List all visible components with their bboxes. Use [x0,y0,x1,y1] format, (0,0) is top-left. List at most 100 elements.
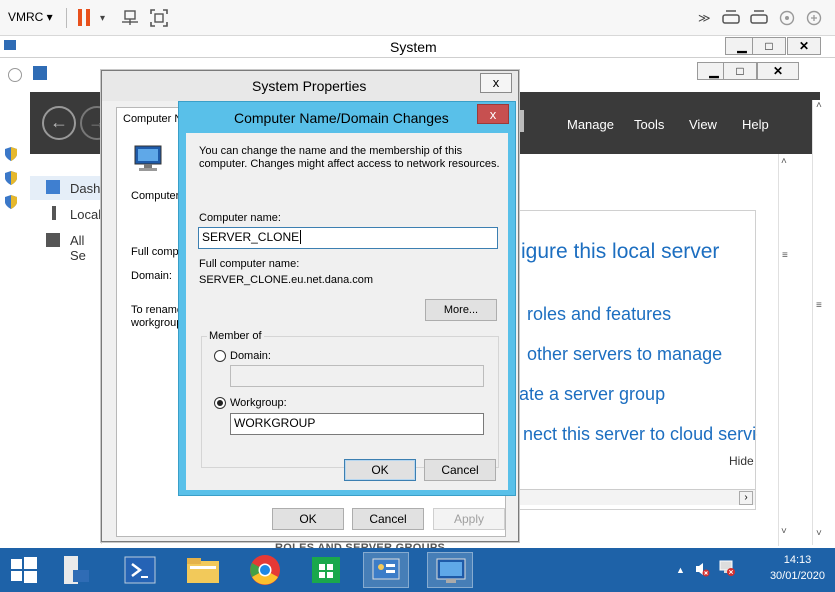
full-name-value: SERVER_CLONE.eu.net.dana.com [199,274,374,286]
dashboard-icon [46,180,60,194]
roles-heading: ROLES AND SERVER GROUPS [275,542,446,548]
scroll-down-icon[interactable]: ˅ [781,526,787,537]
store-icon[interactable] [303,552,349,588]
computer-name-cancel-button[interactable]: Cancel [424,459,496,481]
text-cursor [300,230,302,244]
hide-link[interactable]: Hide [729,454,754,468]
system-properties-taskbar-icon[interactable] [427,552,473,588]
link-add-servers[interactable]: other servers to manage [527,344,722,365]
speaker-muted-icon[interactable] [694,560,710,581]
network-disconnected-icon[interactable] [718,559,736,580]
refresh-icon [8,68,22,82]
nav-label-dashboard: Dash [70,181,101,196]
intro-text-line2: computer. Changes might affect access to… [199,158,500,170]
taskbar: ▲ 14:13 30/01/2020 [0,548,835,592]
full-computer-label: Full compu [131,246,185,258]
system-properties-close-button[interactable]: x [480,73,512,93]
full-name-label: Full computer name: [199,258,300,270]
local-server-icon [52,206,56,220]
menu-help[interactable]: Help [742,117,769,132]
domain-input[interactable] [230,365,484,387]
computer-name-close-button[interactable]: x [477,104,509,124]
computer-name-value: SERVER_CLONE [202,230,300,244]
system-window-title: System [390,39,437,55]
server-manager-nav: Dash Local All Se [30,154,102,544]
pause-icon[interactable] [78,9,92,26]
more-button[interactable]: More... [425,299,497,321]
fullscreen-icon[interactable] [150,9,168,29]
clock-time: 14:13 [783,554,812,566]
scroll-up-icon[interactable]: ˄ [781,156,787,167]
shield-icon-3 [4,194,18,213]
computer-icon [133,144,163,175]
close-button[interactable]: ✕ [787,37,821,55]
tray-expand-icon[interactable]: ▲ [676,565,685,575]
system-properties-apply-button[interactable]: Apply [433,508,505,530]
flag-icon[interactable] [520,110,524,132]
hard-disk-icon-2[interactable] [750,9,768,29]
file-explorer-icon[interactable] [180,552,226,588]
intro-text-line1: You can change the name and the membersh… [199,145,463,157]
workgroup-radio[interactable] [214,397,226,409]
computer-name-dialog-body: You can change the name and the membersh… [186,133,508,490]
system-window-icon [4,40,16,50]
system-properties-ok-button[interactable]: OK [272,508,344,530]
chrome-icon[interactable] [242,552,288,588]
shield-icon-1 [4,146,18,165]
usb-icon[interactable] [806,10,822,28]
computer-name-ok-button[interactable]: OK [344,459,416,481]
maximize-button[interactable]: □ [752,37,786,55]
toolbar-divider [66,8,67,28]
server-manager-taskbar-icon[interactable] [53,552,99,588]
start-button[interactable] [0,552,46,588]
link-connect-cloud[interactable]: nect this server to cloud servic [523,424,757,445]
system-properties-cancel-button[interactable]: Cancel [352,508,424,530]
cd-drive-icon[interactable] [779,10,795,28]
sm-maximize-button[interactable]: □ [723,62,757,80]
system-properties-title: System Properties [252,78,367,94]
network-icon[interactable] [121,10,139,28]
member-of-label: Member of [207,330,264,342]
hard-disk-icon[interactable] [722,9,740,29]
powershell-icon[interactable] [117,552,163,588]
outer-scroll-up-icon[interactable]: ˄ [816,100,822,111]
computer-name-input[interactable]: SERVER_CLONE [198,227,498,249]
all-servers-icon [46,233,60,247]
back-icon[interactable]: ← [42,106,76,140]
menu-view[interactable]: View [689,117,717,132]
tab-computer-name[interactable]: Computer N [123,113,182,125]
vmrc-menu[interactable]: VMRC ▾ [8,10,53,24]
content-scrollbar[interactable]: ˄ ≡ ˅ [778,154,796,546]
outer-scroll-grip-icon[interactable]: ≡ [816,300,822,311]
control-panel-taskbar-icon[interactable] [363,552,409,588]
taskbar-clock[interactable]: 14:13 30/01/2020 [770,554,825,582]
domain-radio-label: Domain: [230,350,271,362]
computer-name-dialog: Computer Name/Domain Changes x You can c… [178,101,516,496]
sm-close-button[interactable]: ✕ [757,62,799,80]
scroll-right-icon[interactable]: › [739,491,753,505]
nav-label-all-servers[interactable]: All Se [70,233,101,263]
domain-label: Domain: [131,270,172,282]
outer-scroll-down-icon[interactable]: ˅ [816,528,822,539]
menu-tools[interactable]: Tools [634,117,664,132]
chevron-down-icon[interactable]: ▾ [100,12,105,26]
system-properties-titlebar: System Properties x [102,71,518,101]
outer-scrollbar[interactable]: ˄ ≡ ˅ [812,100,830,545]
computer-name-dialog-title: Computer Name/Domain Changes [234,110,449,126]
link-create-group[interactable]: ate a server group [519,384,665,405]
nav-label-local[interactable]: Local [70,207,101,222]
rename-text-line2: workgroup [131,317,183,329]
menu-manage[interactable]: Manage [567,117,614,132]
horizontal-scrollbar[interactable]: › [519,489,755,505]
workgroup-input[interactable]: WORKGROUP [230,413,484,435]
domain-radio[interactable] [214,350,226,362]
double-chevron-icon[interactable]: ≫ [698,11,711,25]
workgroup-radio-label: Workgroup: [230,397,287,409]
shield-icon-2 [4,170,18,189]
computer-name-titlebar: Computer Name/Domain Changes x [179,102,515,132]
welcome-title: igure this local server [521,240,720,263]
link-add-roles[interactable]: roles and features [527,304,671,325]
rename-text-line1: To rename [131,304,183,316]
scroll-grip-icon[interactable]: ≡ [782,250,788,261]
clock-date: 30/01/2020 [769,570,825,582]
